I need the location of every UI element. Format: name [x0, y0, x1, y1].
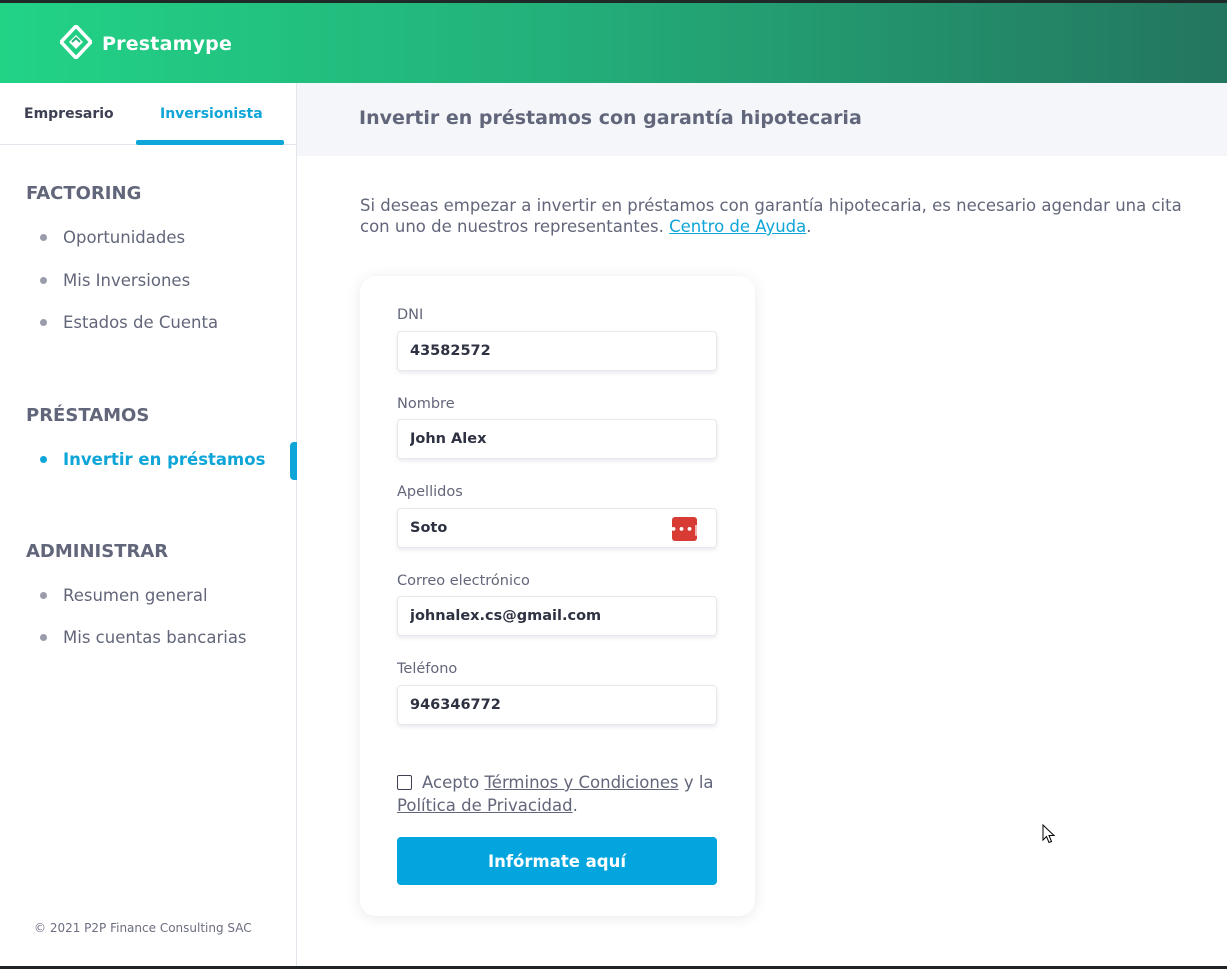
prestamype-logo-icon — [59, 24, 93, 63]
page-header: Invertir en préstamos con garantía hipot… — [297, 83, 1227, 156]
nombre-field[interactable] — [397, 419, 717, 459]
top-header-bar: Prestamype — [0, 0, 1227, 83]
sidebar-item-label: Invertir en préstamos — [63, 450, 266, 469]
dni-label: DNI — [397, 307, 424, 323]
dni-field[interactable] — [397, 331, 717, 371]
active-tab-indicator — [136, 140, 284, 145]
bullet-dot — [40, 277, 47, 284]
active-item-indicator — [290, 442, 297, 480]
brand[interactable]: Prestamype — [59, 24, 233, 63]
telefono-field[interactable] — [397, 685, 717, 725]
bullet-dot — [40, 319, 47, 326]
copyright-text: © 2021 P2P Finance Consulting SAC — [34, 921, 252, 935]
contact-form-card: DNI Nombre Apellidos •••| Correo electró… — [360, 276, 755, 916]
sidebar-item-resumen-general[interactable]: Resumen general — [40, 586, 208, 605]
sidebar-item-label: Estados de Cuenta — [63, 313, 219, 332]
page-title: Invertir en préstamos con garantía hipot… — [359, 107, 862, 129]
apellidos-label: Apellidos — [397, 484, 463, 500]
sidebar-item-label: Mis Inversiones — [63, 271, 191, 290]
section-title-administrar: ADMINISTRAR — [26, 541, 169, 562]
sidebar-item-oportunidades[interactable]: Oportunidades — [40, 228, 185, 247]
sidebar-item-estados-de-cuenta[interactable]: Estados de Cuenta — [40, 313, 218, 332]
bullet-dot — [40, 634, 47, 641]
intro-paragraph: Si deseas empezar a invertir en préstamo… — [360, 195, 1190, 237]
brand-name: Prestamype — [102, 33, 233, 55]
terms-consent: Acepto Términos y Condiciones y la Polít… — [397, 771, 717, 817]
sidebar-item-label: Oportunidades — [63, 228, 186, 247]
sidebar-item-mis-cuentas-bancarias[interactable]: Mis cuentas bancarias — [40, 628, 247, 647]
tab-inversionista[interactable]: Inversionista — [160, 106, 263, 122]
sidebar: Empresario Inversionista FACTORING Oport… — [0, 83, 297, 966]
terms-middle: y la — [678, 773, 714, 792]
telefono-label: Teléfono — [397, 661, 458, 677]
bullet-dot — [40, 456, 47, 463]
sidebar-item-invertir-en-prestamos[interactable]: Invertir en préstamos — [40, 450, 265, 469]
nombre-label: Nombre — [397, 396, 455, 412]
help-center-link[interactable]: Centro de Ayuda — [669, 217, 806, 236]
sidebar-item-mis-inversiones[interactable]: Mis Inversiones — [40, 271, 190, 290]
section-title-prestamos: PRÉSTAMOS — [26, 405, 150, 426]
email-field[interactable] — [397, 596, 717, 636]
correo-label: Correo electrónico — [397, 573, 530, 589]
intro-end: . — [806, 217, 812, 236]
bullet-dot — [40, 592, 47, 599]
password-manager-icon[interactable]: •••| — [670, 517, 698, 541]
tab-empresario[interactable]: Empresario — [24, 106, 114, 122]
privacy-link[interactable]: Política de Privacidad — [397, 796, 573, 815]
terms-checkbox[interactable] — [397, 775, 412, 790]
section-title-factoring: FACTORING — [26, 183, 142, 204]
sidebar-item-label: Resumen general — [63, 586, 208, 605]
terms-prefix: Acepto — [422, 773, 485, 792]
mouse-cursor-icon — [1042, 824, 1056, 844]
terms-link[interactable]: Términos y Condiciones — [485, 773, 679, 792]
role-tabs: Empresario Inversionista — [0, 83, 296, 145]
sidebar-item-label: Mis cuentas bancarias — [63, 628, 247, 647]
bullet-dot — [40, 234, 47, 241]
terms-suffix: . — [572, 796, 578, 815]
submit-button[interactable]: Infórmate aquí — [397, 837, 717, 885]
